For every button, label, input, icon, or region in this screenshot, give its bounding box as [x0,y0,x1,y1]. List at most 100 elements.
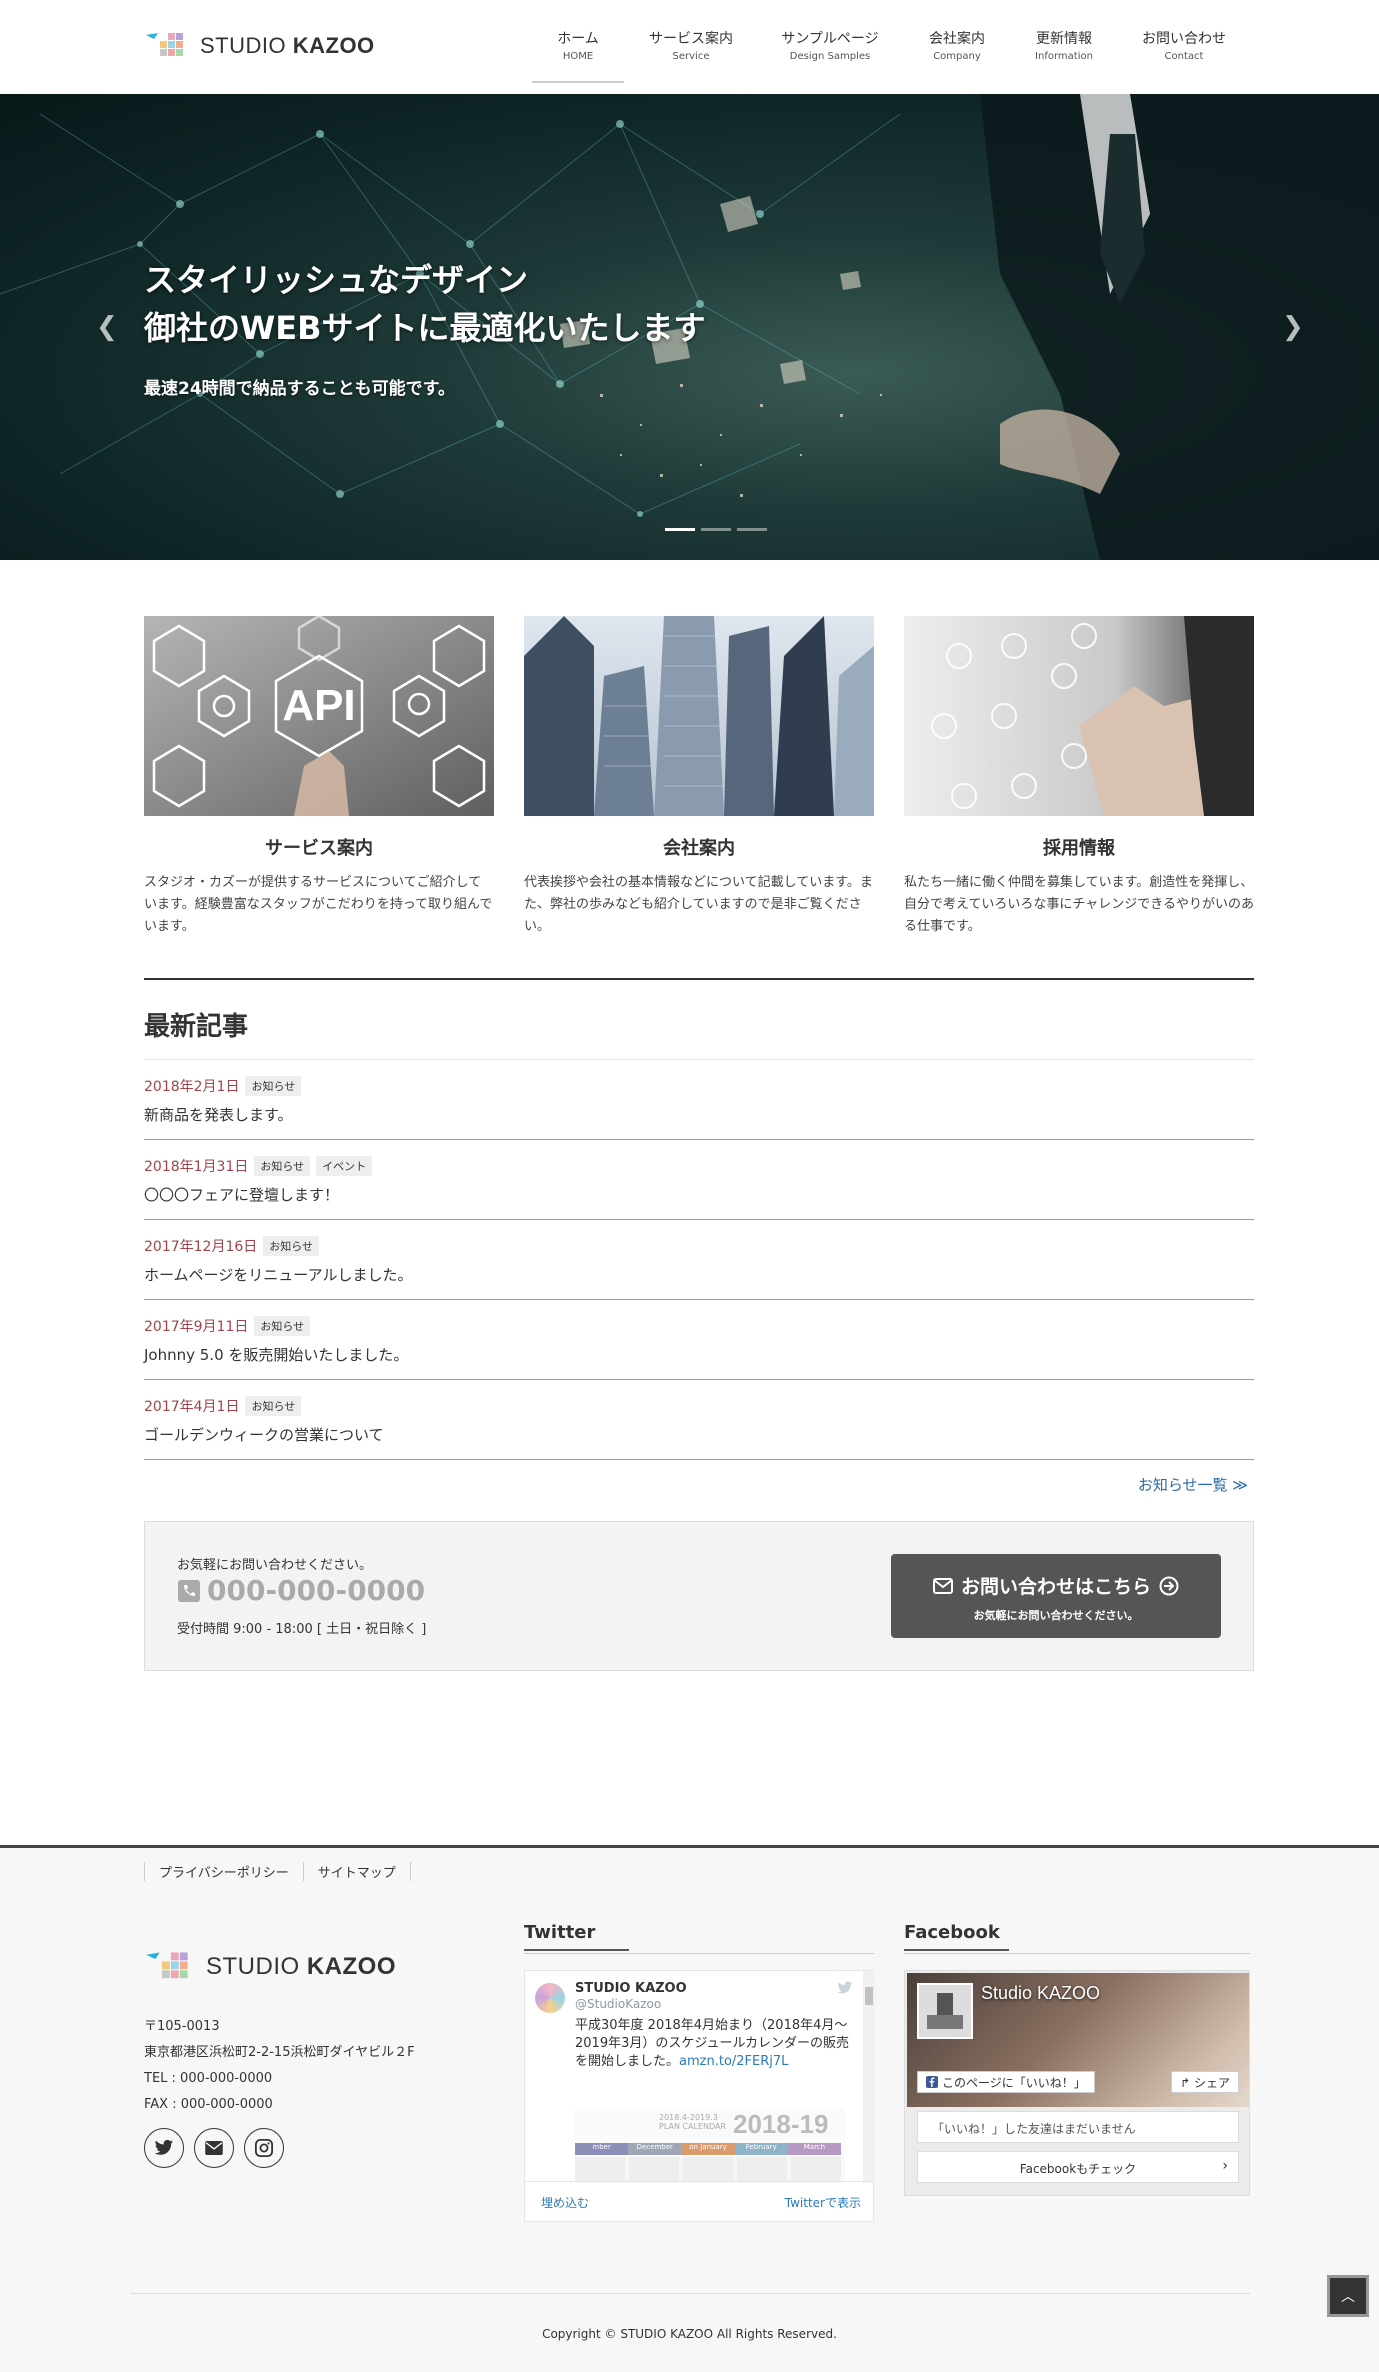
news-item[interactable]: 2017年4月1日 お知らせ ゴールデンウィークの営業について [144,1380,1254,1460]
recruit-image [904,616,1254,816]
tweet-image-calendar[interactable]: 2018.4-2019.3 PLAN CALENDAR 2018-19 mber … [575,2109,845,2183]
nav-information[interactable]: 更新情報 Information [1012,30,1116,74]
feature-cards: API サービス案内 スタジオ・カズーが提供するサービスについてご紹介しています… [144,616,1254,938]
card-title[interactable]: サービス案内 [144,834,494,860]
twitter-feed[interactable]: STUDIO KAZOO @StudioKazoo 平成30年度 2018年4月… [525,1971,875,2183]
news-date: 2017年4月1日 [144,1399,240,1415]
card-recruit[interactable]: 採用情報 私たち一緒に働く仲間を募集しています。創造性を発揮し、自分で考えていろ… [904,616,1254,938]
privacy-policy-link[interactable]: プライバシーポリシー [144,1862,303,1881]
news-tag[interactable]: お知らせ [263,1236,320,1256]
news-item[interactable]: 2017年9月11日 お知らせ Johnny 5.0 を販売開始いたしました。 [144,1300,1254,1380]
news-tag[interactable]: お知らせ [254,1316,311,1336]
twitter-avatar[interactable] [535,1983,565,2013]
card-image-api[interactable]: API [144,616,494,816]
news-item[interactable]: 2017年12月16日 お知らせ ホームページをリニューアルしました。 [144,1220,1254,1300]
site-header: STUDIO KAZOO ホーム HOME サービス案内 Service サンプルペ… [0,0,1379,94]
news-item[interactable]: 2018年2月1日 お知らせ 新商品を発表します。 [144,1060,1254,1140]
back-to-top-button[interactable]: ︿ [1327,2275,1369,2317]
mail-icon[interactable] [194,2128,234,2168]
news-tag[interactable]: お知らせ [254,1156,311,1176]
news-tag[interactable]: お知らせ [245,1396,302,1416]
slider-dot[interactable] [665,528,695,531]
twitter-bird-icon [837,1981,853,1994]
site-logo[interactable]: STUDIO KAZOO [144,28,375,64]
hero-subtitle: 最速24時間で納品することも可能です。 [144,379,455,399]
news-date: 2018年1月31日 [144,1159,249,1175]
facebook-friends-row: 「いいね！」した友達はまだいません [917,2111,1239,2143]
card-service[interactable]: API サービス案内 スタジオ・カズーが提供するサービスについてご紹介しています… [144,616,494,938]
nav-contact[interactable]: お問い合わせ Contact [1116,30,1252,74]
twitter-icon[interactable] [144,2128,184,2168]
news-item[interactable]: 2018年1月31日 お知らせ イベント 〇〇〇フェアに登壇します！ [144,1140,1254,1220]
twitter-embed-link[interactable]: 埋め込む [541,2194,589,2211]
card-image-buildings[interactable] [524,616,874,816]
card-image-api-text: API [282,681,355,730]
card-company[interactable]: 会社案内 代表挨拶や会社の基本情報などについて記載しています。また、弊社の歩みな… [524,616,874,938]
api-hexagon-image: API [144,616,494,816]
footer-logo-text: STUDIO KAZOO [206,1953,397,1980]
chevron-up-icon: ︿ [1341,2289,1355,2305]
hero-prev-arrow-icon[interactable]: ❮ [96,312,118,342]
card-title[interactable]: 会社案内 [524,834,874,860]
news-title[interactable]: 〇〇〇フェアに登壇します！ [144,1184,1254,1205]
facebook-cover[interactable]: Studio KAZOO このページに「いいね！」 ↱ シェア [907,1973,1249,2107]
nav-company[interactable]: 会社案内 Company [902,30,1012,74]
phone-icon [178,1579,200,1602]
news-title[interactable]: Johnny 5.0 を販売開始いたしました。 [144,1344,1254,1365]
twitter-handle[interactable]: @StudioKazoo [575,1997,661,2011]
news-date: 2017年12月16日 [144,1239,258,1255]
card-title[interactable]: 採用情報 [904,834,1254,860]
news-date: 2018年2月1日 [144,1079,240,1095]
nav-service[interactable]: サービス案内 Service [624,30,758,74]
news-title[interactable]: 新商品を発表します。 [144,1104,1254,1125]
facebook-page-thumbnail[interactable] [917,1983,973,2039]
nav-home[interactable]: ホーム HOME [532,30,624,83]
instagram-icon[interactable] [244,2128,284,2168]
news-heading: 最新記事 [144,1006,1254,1060]
contact-box: お気軽にお問い合わせください。 000-000-0000 受付時間 9:00 -… [144,1521,1254,1671]
buildings-image [524,616,874,816]
card-image-recruit[interactable] [904,616,1254,816]
footer-address: 〒105-0013 東京都港区浜松町2-2-15浜松町ダイヤビル２F TEL :… [144,2019,415,2112]
twitter-account-name[interactable]: STUDIO KAZOO [575,1981,687,1996]
slider-dot[interactable] [737,528,767,531]
twitter-scrollbar[interactable] [863,1971,875,2183]
slider-dot[interactable] [701,528,731,531]
tweet-text: 平成30年度 2018年4月始まり（2018年4月〜2019年3月）のスケジュー… [575,2018,850,2069]
facebook-page-plugin[interactable]: Studio KAZOO このページに「いいね！」 ↱ シェア 「いいね！」した… [904,1970,1250,2196]
card-text: 私たち一緒に働く仲間を募集しています。創造性を発揮し、自分で考えていろいろな事に… [904,875,1254,934]
hero-title: スタイリッシュなデザイン 御社のWEBサイトに最適化いたします [144,261,706,347]
news-tag[interactable]: お知らせ [245,1076,302,1096]
twitter-timeline[interactable]: STUDIO KAZOO @StudioKazoo 平成30年度 2018年4月… [524,1970,875,2222]
facebook-like-button[interactable]: このページに「いいね！」 [917,2071,1095,2093]
contact-hours: 受付時間 9:00 - 18:00 [ 土日・祝日除く ] [177,1622,427,1637]
facebook-icon [926,2076,938,2088]
facebook-share-button[interactable]: ↱ シェア [1171,2071,1239,2093]
card-text: 代表挨拶や会社の基本情報などについて記載しています。また、弊社の歩みなども紹介し… [524,875,873,934]
contact-button[interactable]: お問い合わせはこちら お気軽にお問い合わせください。 [891,1554,1221,1638]
envelope-icon [932,1577,953,1594]
logo-mark-icon [146,1952,188,1979]
news-more-link[interactable]: お知らせ一覧 ≫ [144,1474,1254,1495]
sitemap-link[interactable]: サイトマップ [302,1862,411,1881]
news-title[interactable]: ホームページをリニューアルしました。 [144,1264,1254,1285]
facebook-heading: Facebook [904,1922,1009,1951]
tweet-link[interactable]: amzn.to/2FERj7L [679,2054,788,2069]
divider [904,1953,1250,1954]
slider-pagination [665,528,767,531]
main-nav: ホーム HOME サービス案内 Service サンプルページ Design Samp… [532,30,1252,83]
news-title[interactable]: ゴールデンウィークの営業について [144,1424,1254,1445]
card-text: スタジオ・カズーが提供するサービスについてご紹介しています。経験豊富なスタッフが… [144,875,493,934]
footer-logo[interactable]: STUDIO KAZOO [144,1948,396,1986]
news-tag[interactable]: イベント [316,1156,373,1176]
news-date: 2017年9月11日 [144,1319,249,1335]
twitter-view-link[interactable]: Twitterで表示 [785,2194,861,2211]
copyright: Copyright © STUDIO KAZOO All Rights Rese… [542,2327,837,2341]
nav-samples[interactable]: サンプルページ Design Samples [758,30,902,74]
facebook-check-button[interactable]: Facebookもチェック › [917,2151,1239,2183]
latest-news: 最新記事 2018年2月1日 お知らせ 新商品を発表します。 2018年1月31日… [144,978,1254,1495]
facebook-page-name[interactable]: Studio KAZOO [981,1983,1100,2004]
chevron-right-icon: › [1222,2158,1228,2174]
hero-next-arrow-icon[interactable]: ❯ [1282,312,1304,342]
contact-lead: お気軽にお問い合わせください。 [177,1558,373,1573]
